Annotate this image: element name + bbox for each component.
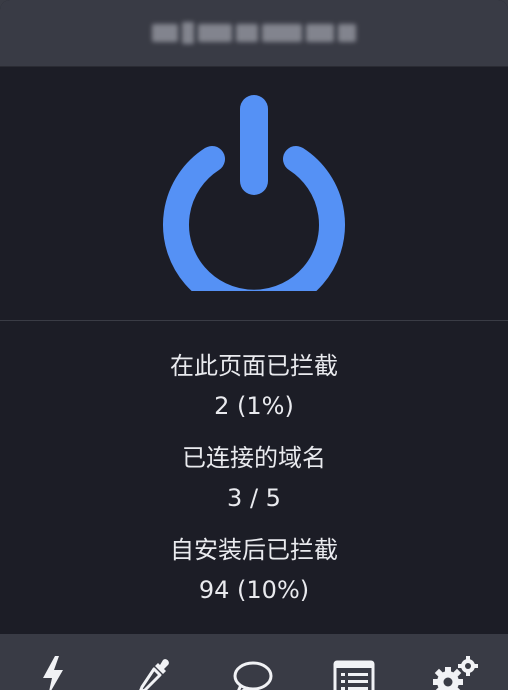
list-icon bbox=[333, 660, 375, 690]
blurred-site-title bbox=[152, 22, 356, 44]
stat-blocked-total-label: 自安装后已拦截 bbox=[170, 536, 338, 564]
element-picker-button[interactable] bbox=[128, 656, 178, 690]
stat-blocked-page-label: 在此页面已拦截 bbox=[170, 352, 338, 380]
popup-header bbox=[0, 0, 508, 67]
blocker-popup: 在此页面已拦截 2 (1%) 已连接的域名 3 / 5 自安装后已拦截 94 (… bbox=[0, 0, 508, 690]
stat-domains-value: 3 / 5 bbox=[227, 484, 281, 512]
stat-domains-label: 已连接的域名 bbox=[182, 444, 326, 472]
logger-button[interactable] bbox=[329, 656, 379, 690]
settings-button[interactable] bbox=[430, 656, 480, 690]
chat-bubble-icon bbox=[233, 661, 273, 690]
power-icon[interactable] bbox=[161, 95, 347, 291]
eyedropper-icon bbox=[139, 659, 169, 690]
gears-icon bbox=[433, 656, 478, 690]
report-button[interactable] bbox=[228, 656, 278, 690]
stat-blocked-total-value: 94 (10%) bbox=[198, 576, 310, 604]
stats-panel: 在此页面已拦截 2 (1%) 已连接的域名 3 / 5 自安装后已拦截 94 (… bbox=[0, 322, 508, 634]
bottom-toolbar bbox=[0, 634, 508, 690]
power-section bbox=[0, 67, 508, 321]
stat-blocked-page-value: 2 (1%) bbox=[214, 392, 294, 420]
lightning-icon bbox=[43, 656, 63, 690]
lightning-button[interactable] bbox=[28, 656, 78, 690]
